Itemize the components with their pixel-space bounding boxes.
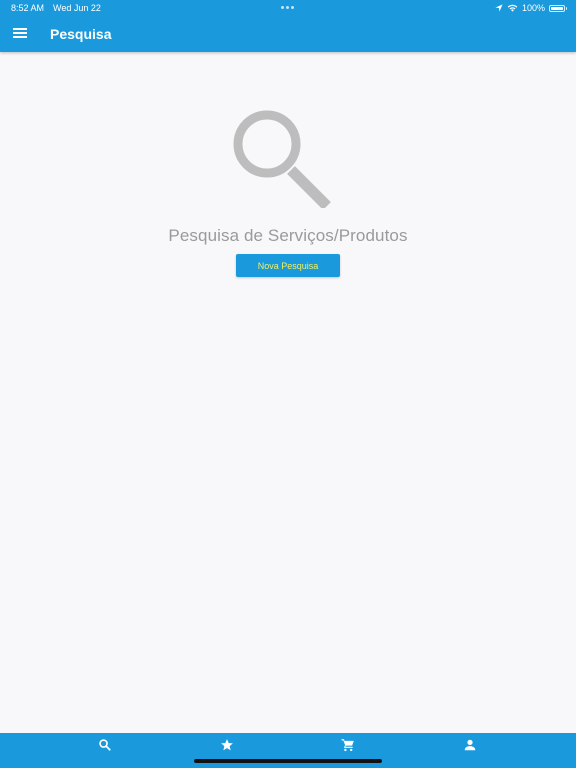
- menu-button[interactable]: [9, 22, 31, 44]
- bottom-navigation: [0, 733, 576, 768]
- multitasking-dots-icon[interactable]: [281, 6, 294, 9]
- battery-level: [551, 6, 563, 10]
- person-icon: [464, 739, 476, 751]
- page-title: Pesquisa: [50, 26, 112, 42]
- search-icon: [99, 739, 111, 751]
- battery-percent: 100%: [521, 3, 545, 13]
- nav-favorites[interactable]: [220, 738, 234, 752]
- nav-search[interactable]: [98, 738, 112, 752]
- nav-cart[interactable]: [341, 738, 355, 752]
- status-date: Wed Jun 22: [53, 3, 101, 13]
- app-root: 8:52 AM Wed Jun 22 100% Pesquisa Pesquis…: [0, 0, 576, 768]
- status-bar: 8:52 AM Wed Jun 22 100%: [0, 0, 576, 16]
- star-icon: [221, 739, 233, 751]
- status-time: 8:52 AM: [11, 3, 45, 13]
- cart-icon: [341, 739, 354, 752]
- empty-state: Pesquisa de Serviços/Produtos Nova Pesqu…: [0, 100, 576, 277]
- magnifier-icon: [233, 110, 331, 208]
- hamburger-menu-icon: [13, 28, 27, 38]
- nav-profile[interactable]: [463, 738, 477, 752]
- battery-icon: [549, 4, 567, 12]
- location-arrow-icon: [495, 4, 503, 12]
- status-indicators: 100%: [495, 2, 567, 14]
- empty-state-title: Pesquisa de Serviços/Produtos: [168, 226, 408, 245]
- wifi-icon: [507, 4, 518, 12]
- new-search-button[interactable]: Nova Pesquisa: [236, 254, 340, 277]
- app-header: 8:52 AM Wed Jun 22 100% Pesquisa: [0, 0, 576, 52]
- home-indicator[interactable]: [194, 759, 382, 763]
